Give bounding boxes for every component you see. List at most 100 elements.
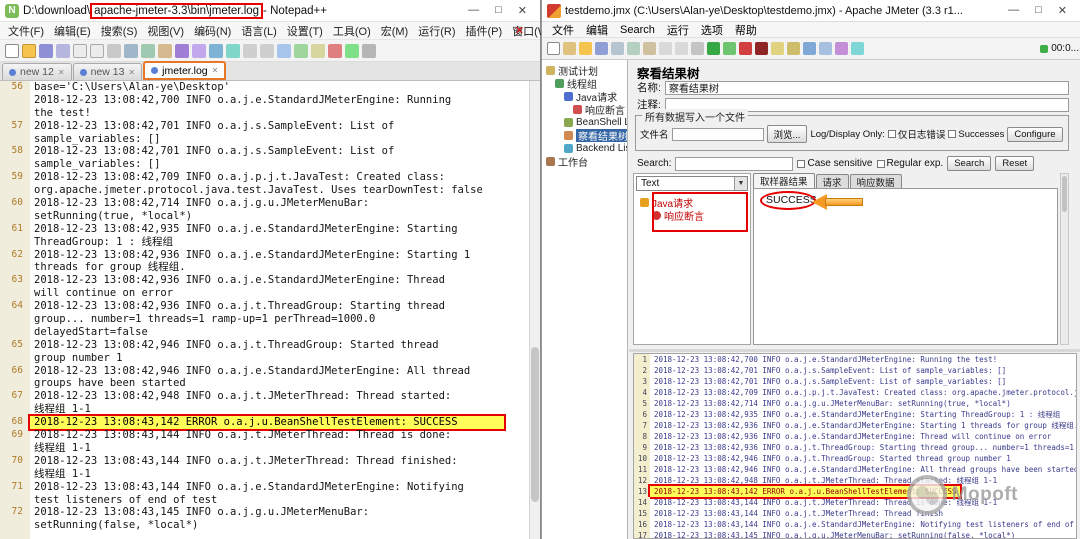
- menu-item[interactable]: 语言(L): [236, 23, 281, 39]
- start-icon[interactable]: [707, 42, 720, 55]
- editor-line[interactable]: the test!: [0, 107, 529, 120]
- editor-line[interactable]: 60 2018-12-23 13:08:42,714 INFO o.a.j.g.…: [0, 197, 529, 210]
- shutdown-icon[interactable]: [755, 42, 768, 55]
- open-file-icon[interactable]: [579, 42, 592, 55]
- tab-close-icon[interactable]: ✕: [58, 68, 65, 77]
- editor-line[interactable]: 线程组 1-1: [0, 468, 529, 481]
- editor-line[interactable]: org.apache.jmeter.protocol.java.test.Jav…: [0, 184, 529, 197]
- editor-line[interactable]: 67 2018-12-23 13:08:42,948 INFO o.a.j.t.…: [0, 390, 529, 403]
- search-reset-icon[interactable]: [819, 42, 832, 55]
- editor-line[interactable]: 61 2018-12-23 13:08:42,935 INFO o.a.j.e.…: [0, 223, 529, 236]
- cut-icon[interactable]: [124, 43, 138, 58]
- templates-icon[interactable]: [563, 42, 576, 55]
- editor-line[interactable]: 65 2018-12-23 13:08:42,946 INFO o.a.j.t.…: [0, 339, 529, 352]
- menu-item[interactable]: 运行: [661, 22, 695, 38]
- menu-item[interactable]: 宏(M): [376, 23, 414, 39]
- scrollbar-thumb[interactable]: [1062, 176, 1067, 212]
- clear-all-icon[interactable]: [787, 42, 800, 55]
- editor-line[interactable]: test listeners of end of test: [0, 494, 529, 507]
- name-input[interactable]: [664, 80, 1069, 95]
- filename-input[interactable]: [671, 127, 764, 141]
- copy-icon[interactable]: [627, 42, 640, 55]
- collapse-tree-icon[interactable]: [675, 42, 688, 55]
- case-sensitive-checkbox[interactable]: Case sensitive: [797, 158, 873, 169]
- editor-line[interactable]: 70 2018-12-23 13:08:43,144 INFO o.a.j.t.…: [0, 455, 529, 468]
- editor-line[interactable]: 线程组 1-1: [0, 403, 529, 416]
- document-tab[interactable]: jmeter.log ✕: [143, 61, 227, 80]
- menu-item[interactable]: Search: [614, 24, 661, 36]
- zoom-in-icon[interactable]: [243, 43, 257, 58]
- editor-line[interactable]: threads for group 线程组.: [0, 261, 529, 274]
- replace-icon[interactable]: [226, 43, 240, 58]
- results-scrollbar[interactable]: [1060, 173, 1069, 345]
- maximize-button[interactable]: □: [495, 4, 502, 17]
- paste-icon[interactable]: [158, 43, 172, 58]
- menu-item[interactable]: 文件(F): [3, 23, 49, 39]
- render-mode-select[interactable]: Text: [636, 176, 748, 191]
- macro-record-icon[interactable]: [328, 43, 342, 58]
- editor-line[interactable]: sample_variables: []: [0, 133, 529, 146]
- tree-item[interactable]: 线程组: [542, 77, 627, 90]
- zoom-out-icon[interactable]: [260, 43, 274, 58]
- menu-item[interactable]: 帮助: [729, 22, 763, 38]
- save-all-icon[interactable]: [56, 43, 70, 58]
- save-icon[interactable]: [39, 43, 53, 58]
- stop-icon[interactable]: [739, 42, 752, 55]
- menu-item[interactable]: 搜索(S): [96, 23, 143, 39]
- close-icon[interactable]: [73, 43, 87, 58]
- tree-item[interactable]: BeanShell Listen...: [542, 116, 627, 129]
- clear-icon[interactable]: [771, 42, 784, 55]
- redo-icon[interactable]: [192, 43, 206, 58]
- minimize-button[interactable]: —: [468, 4, 479, 17]
- document-tab[interactable]: new 13 ✕: [72, 63, 143, 80]
- successes-checkbox[interactable]: Successes: [948, 129, 1004, 140]
- configure-button[interactable]: Configure: [1007, 126, 1063, 142]
- editor-line[interactable]: 57 2018-12-23 13:08:42,701 INFO o.a.j.s.…: [0, 120, 529, 133]
- close-button[interactable]: ✕: [1058, 4, 1067, 17]
- menu-item[interactable]: 设置(T): [282, 23, 328, 39]
- jmeter-titlebar[interactable]: testdemo.jmx (C:\Users\Alan-ye\Desktop\t…: [542, 0, 1080, 22]
- search-input[interactable]: [675, 156, 794, 171]
- new-plan-icon[interactable]: [547, 42, 560, 55]
- menu-item[interactable]: 插件(P): [461, 23, 508, 39]
- help-icon[interactable]: [851, 42, 864, 55]
- editor-line[interactable]: 63 2018-12-23 13:08:42,936 INFO o.a.j.e.…: [0, 274, 529, 287]
- show-symbols-icon[interactable]: [311, 43, 325, 58]
- editor-line[interactable]: setRunning(true, *local*): [0, 210, 529, 223]
- search-button[interactable]: Search: [947, 156, 992, 171]
- editor-line[interactable]: 71 2018-12-23 13:08:43,144 INFO o.a.j.e.…: [0, 481, 529, 494]
- editor-line[interactable]: 72 2018-12-23 13:08:43,145 INFO o.a.j.g.…: [0, 506, 529, 519]
- document-tab[interactable]: new 12 ✕: [2, 63, 72, 80]
- editor-line[interactable]: ThreadGroup: 1 : 线程组: [0, 236, 529, 249]
- editor-line[interactable]: 68 2018-12-23 13:08:43,142 ERROR o.a.j.u…: [0, 414, 529, 432]
- copy-icon[interactable]: [141, 43, 155, 58]
- tree-item[interactable]: 测试计划: [542, 64, 627, 77]
- macro-play-icon[interactable]: [345, 43, 359, 58]
- editor-line[interactable]: 62 2018-12-23 13:08:42,936 INFO o.a.j.e.…: [0, 249, 529, 262]
- menu-item[interactable]: 运行(R): [413, 23, 460, 39]
- print-icon[interactable]: [107, 43, 121, 58]
- tab-close-icon[interactable]: ✕: [128, 68, 135, 77]
- editor-line[interactable]: 2018-12-23 13:08:42,700 INFO o.a.j.e.Sta…: [0, 94, 529, 107]
- close-all-icon[interactable]: [90, 43, 104, 58]
- tree-item[interactable]: Java请求: [542, 90, 627, 103]
- editor-line[interactable]: 56 base='C:\Users\Alan-ye\Desktop': [0, 81, 529, 94]
- tree-item[interactable]: 工作台: [542, 155, 627, 168]
- function-helper-icon[interactable]: [835, 42, 848, 55]
- tab-close-icon[interactable]: ✕: [212, 66, 219, 75]
- chevron-down-icon[interactable]: [734, 177, 747, 190]
- editor-line[interactable]: will continue on error: [0, 287, 529, 300]
- toolbar-search-icon[interactable]: [803, 42, 816, 55]
- tree-item[interactable]: 响应断言: [542, 103, 627, 116]
- result-tab[interactable]: 响应数据: [849, 174, 902, 189]
- editor-line[interactable]: 线程组 1-1: [0, 442, 529, 455]
- open-folder-icon[interactable]: [22, 43, 36, 58]
- function-list-icon[interactable]: [362, 43, 376, 58]
- regular-exp-checkbox[interactable]: Regular exp.: [876, 158, 943, 169]
- maximize-button[interactable]: □: [1035, 4, 1042, 17]
- cut-icon[interactable]: [611, 42, 624, 55]
- menu-close-icon[interactable]: ✕: [515, 24, 532, 37]
- result-tab[interactable]: 请求: [815, 174, 849, 189]
- start-no-pause-icon[interactable]: [723, 42, 736, 55]
- menu-item[interactable]: 文件: [546, 22, 580, 38]
